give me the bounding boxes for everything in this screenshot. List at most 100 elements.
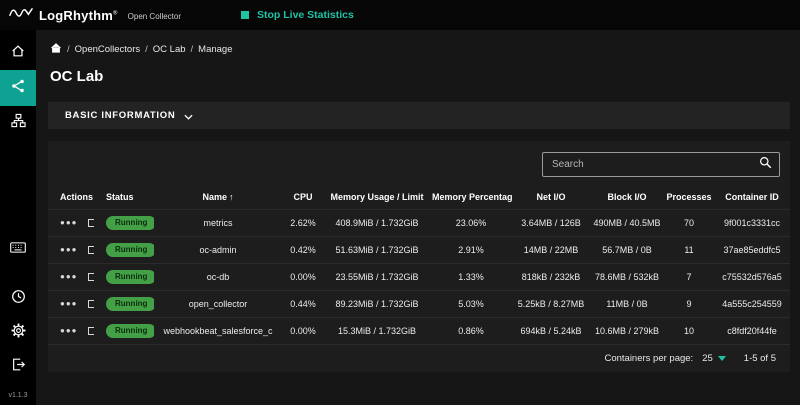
memory-value: 408.9MiB / 1.732GiB [324,210,430,237]
container-name: metrics [154,210,282,237]
search-box [542,152,780,177]
app-shell: v1.1.3 / OpenCollectors / OC Lab / Manag… [0,30,800,405]
net-io-value: 694kB / 5.24kB [512,318,590,345]
status-badge: Running [106,216,154,230]
stop-container-icon[interactable] [88,273,95,281]
column-header-memory-percentage: Memory Percentage [430,184,512,210]
memory-value: 23.55MiB / 1.732GiB [324,264,430,291]
stop-container-icon[interactable] [88,327,95,335]
search-row [48,141,790,184]
column-header-actions: Actions [48,184,94,210]
clock-icon [11,289,26,309]
brand-subtitle: Open Collector [128,9,181,21]
stop-live-statistics-label: Stop Live Statistics [257,9,354,21]
processes-value: 10 [664,318,714,345]
breadcrumb-item-opencollectors[interactable]: OpenCollectors [75,44,140,55]
processes-value: 11 [664,237,714,264]
more-options-icon[interactable]: ●●● [60,246,78,254]
container-id-value: c75532d576a5 [714,264,790,291]
pagination-bar: Containers per page: 25 1-5 of 5 [48,344,790,372]
table-row: ●●● Running metrics 2.62% 408.9MiB / 1.7… [48,210,790,237]
sidebar-item-home[interactable] [0,36,36,70]
gear-icon [11,323,26,343]
search-input[interactable] [550,158,753,171]
breadcrumb-item-manage[interactable]: Manage [198,44,232,55]
memory-value: 15.3MiB / 1.732GiB [324,318,430,345]
block-io-value: 490MB / 40.5MB [590,210,664,237]
table-row: ●●● Running oc-db 0.00% 23.55MiB / 1.732… [48,264,790,291]
logrhythm-logo-icon [9,6,33,24]
breadcrumb-home-icon[interactable] [50,42,62,57]
sort-ascending-icon: ↑ [229,192,234,202]
stop-container-icon[interactable] [88,246,95,254]
breadcrumb-separator: / [191,44,194,55]
stop-live-statistics-button[interactable]: Stop Live Statistics [241,9,354,21]
table-row: ●●● Running webhookbeat_salesforce_c 0.0… [48,318,790,345]
breadcrumb-separator: / [67,44,70,55]
container-id-value: 9f001c3331cc [714,210,790,237]
memory-pct-value: 5.03% [430,291,512,318]
basic-information-section-toggle[interactable]: BASIC INFORMATION [48,102,790,129]
more-options-icon[interactable]: ●●● [60,273,78,281]
sidebar-item-logout[interactable] [0,350,36,384]
net-io-value: 14MB / 22MB [512,237,590,264]
sidebar-item-keyboard[interactable] [0,232,36,266]
home-icon [11,44,25,63]
container-id-value: c8fdf20f44fe [714,318,790,345]
sidebar-item-open-collectors[interactable] [0,70,36,106]
cpu-value: 2.62% [282,210,324,237]
chevron-down-icon [184,107,193,125]
search-icon[interactable] [759,156,772,174]
breadcrumb-item-oc-lab[interactable]: OC Lab [153,44,186,55]
block-io-value: 78.6MB / 532kB [590,264,664,291]
more-options-icon[interactable]: ●●● [60,327,78,335]
brand-name: LogRhythm® [39,8,118,23]
logrhythm-logo: LogRhythm® Open Collector [0,6,181,24]
net-io-value: 5.25kB / 8.27MB [512,291,590,318]
containers-panel: Actions Status Name↑ CPU Memory Usage / … [48,141,790,372]
column-header-name[interactable]: Name↑ [154,184,282,210]
container-name: oc-db [154,264,282,291]
container-name: oc-admin [154,237,282,264]
status-badge: Running [106,297,154,311]
more-options-icon[interactable]: ●●● [60,300,78,308]
sidebar-item-history[interactable] [0,282,36,316]
page-size-select[interactable]: 25 [702,353,726,364]
containers-table: Actions Status Name↑ CPU Memory Usage / … [48,184,790,344]
column-header-cpu: CPU [282,184,324,210]
stop-container-icon[interactable] [88,300,95,308]
breadcrumb-separator: / [145,44,148,55]
status-badge: Running [106,243,154,257]
column-header-container-id: Container ID [714,184,790,210]
table-header-row: Actions Status Name↑ CPU Memory Usage / … [48,184,790,210]
hierarchy-icon [11,113,26,133]
caret-down-icon [718,353,726,364]
breadcrumb: / OpenCollectors / OC Lab / Manage [36,30,800,57]
block-io-value: 10.6MB / 279kB [590,318,664,345]
trademark-symbol: ® [113,10,118,16]
processes-value: 7 [664,264,714,291]
column-header-processes: Processes [664,184,714,210]
memory-pct-value: 23.06% [430,210,512,237]
block-io-value: 56.7MB / 0B [590,237,664,264]
more-options-icon[interactable]: ●●● [60,219,78,227]
version-label: v1.1.3 [8,384,27,405]
pagination-range: 1-5 of 5 [744,353,776,364]
memory-value: 51.63MiB / 1.732GiB [324,237,430,264]
sidebar-item-settings[interactable] [0,316,36,350]
cpu-value: 0.44% [282,291,324,318]
cpu-value: 0.00% [282,264,324,291]
status-badge: Running [106,270,154,284]
processes-value: 9 [664,291,714,318]
sidebar-item-pipelines[interactable] [0,106,36,140]
memory-pct-value: 1.33% [430,264,512,291]
cpu-value: 0.42% [282,237,324,264]
stop-container-icon[interactable] [88,219,95,227]
container-name: webhookbeat_salesforce_c [154,318,282,345]
keyboard-icon [10,240,26,258]
container-id-value: 37ae85eddfc5 [714,237,790,264]
column-header-block-io: Block I/O [590,184,664,210]
main-content: / OpenCollectors / OC Lab / Manage OC La… [36,30,800,405]
cpu-value: 0.00% [282,318,324,345]
containers-per-page-label: Containers per page: [604,353,693,364]
